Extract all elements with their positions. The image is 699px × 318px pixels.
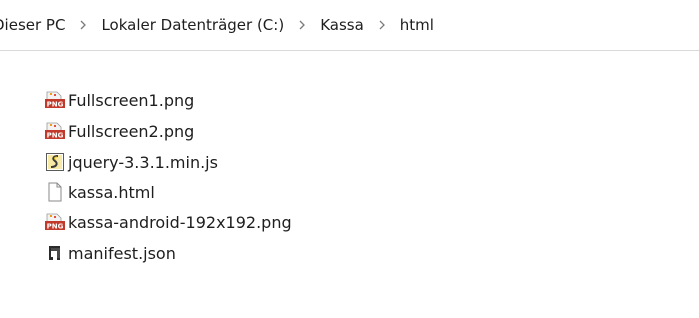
svg-text:PNG: PNG — [47, 132, 64, 140]
file-name: kassa.html — [68, 182, 155, 202]
breadcrumb-item-local-disk[interactable]: Lokaler Datenträger (C:) — [98, 16, 287, 34]
file-item-fullscreen1[interactable]: PNG Fullscreen1.png — [44, 87, 404, 113]
breadcrumb: Dieser PC Lokaler Datenträger (C:) Kassa… — [0, 0, 699, 51]
file-item-jquery[interactable]: jquery-3.3.1.min.js — [44, 149, 404, 175]
png-file-icon: PNG — [44, 211, 66, 233]
file-name: Fullscreen2.png — [68, 121, 195, 141]
file-name: jquery-3.3.1.min.js — [68, 152, 218, 172]
breadcrumb-item-html[interactable]: html — [397, 16, 437, 34]
chevron-right-icon[interactable] — [68, 20, 98, 30]
file-item-kassa-html[interactable]: kassa.html — [44, 179, 404, 205]
svg-text:PNG: PNG — [47, 101, 64, 109]
chevron-right-icon[interactable] — [287, 20, 317, 30]
png-file-icon: PNG — [44, 120, 66, 142]
js-script-icon — [44, 151, 66, 173]
blank-file-icon — [44, 181, 66, 203]
png-file-icon: PNG — [44, 89, 66, 111]
file-name: kassa-android-192x192.png — [68, 212, 292, 232]
file-item-fullscreen2[interactable]: PNG Fullscreen2.png — [44, 118, 404, 144]
breadcrumb-item-this-pc[interactable]: Dieser PC — [0, 16, 68, 34]
file-name: manifest.json — [68, 243, 176, 263]
breadcrumb-item-kassa[interactable]: Kassa — [317, 16, 367, 34]
file-item-manifest[interactable]: manifest.json — [44, 240, 404, 266]
chevron-right-icon[interactable] — [367, 20, 397, 30]
svg-text:PNG: PNG — [47, 223, 64, 231]
file-name: Fullscreen1.png — [68, 90, 195, 110]
file-item-kassa-android[interactable]: PNG kassa-android-192x192.png — [44, 209, 404, 235]
json-file-icon — [44, 242, 66, 264]
